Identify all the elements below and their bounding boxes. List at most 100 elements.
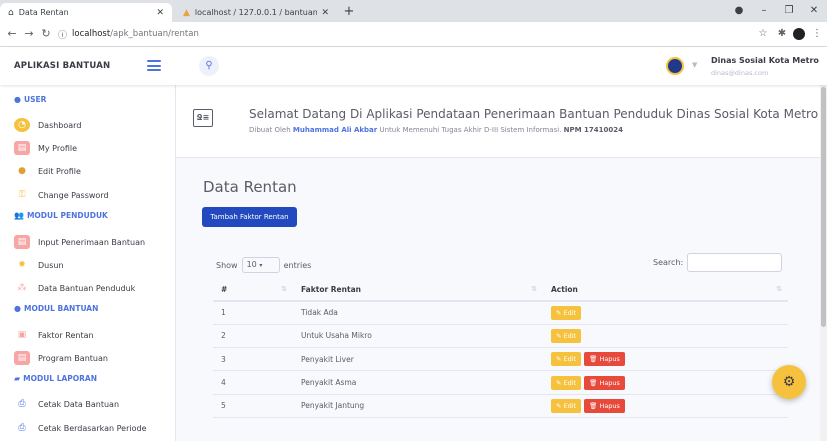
sidebar-item-input-penerimaan[interactable]: ▤ Input Penerimaan Bantuan: [14, 233, 145, 251]
chevron-down-icon[interactable]: ▼: [692, 61, 697, 69]
row-actions: ✎ Edit 🗑 Hapus: [543, 370, 788, 395]
printer-icon: ⎙: [18, 399, 26, 409]
forward-arrow-icon[interactable]: →: [21, 26, 37, 42]
sidebar-item-program-bantuan[interactable]: ▤ Program Bantuan: [14, 349, 108, 367]
sidebar-item-my-profile[interactable]: ▤ My Profile: [14, 139, 77, 157]
profile-avatar[interactable]: [793, 28, 805, 40]
tab-close-icon[interactable]: ✕: [156, 8, 164, 18]
sidebar-heading-modul-penduduk: 👥 MODUL PENDUDUK: [14, 211, 108, 220]
phpmyadmin-icon: ▲: [183, 7, 190, 18]
user-avatar[interactable]: [666, 57, 684, 75]
book-icon: ▰: [14, 374, 21, 383]
info-icon[interactable]: ⓘ: [58, 28, 67, 41]
edit-icon: ✎: [556, 355, 564, 364]
edit-icon: ✎: [556, 308, 564, 317]
sidebar: ● USER ◔ Dashboard ▤ My Profile ● Edit Profi…: [0, 85, 176, 441]
record-icon[interactable]: ●: [726, 3, 752, 19]
chevron-down-icon: ▾: [259, 262, 263, 269]
sort-icon: ⇅: [776, 285, 782, 293]
users-icon: 👥: [14, 211, 24, 220]
row-actions: ✎ Edit: [543, 324, 788, 349]
sidebar-item-change-password[interactable]: ⚿ Change Password: [14, 186, 109, 204]
table-search: Search:: [653, 253, 783, 272]
sidebar-item-dusun[interactable]: ✹ Dusun: [14, 256, 63, 274]
delete-button[interactable]: 🗑 Hapus: [584, 352, 625, 367]
url-field[interactable]: ⓘ localhost/apk_bantuan/rentan: [58, 25, 758, 43]
star-icon[interactable]: ☆: [755, 26, 771, 42]
circle-icon: ●: [14, 304, 21, 313]
edit-button[interactable]: ✎ Edit: [551, 328, 582, 343]
maximize-button[interactable]: ❐: [776, 3, 802, 19]
browser-tabbar: ⌂ Data Rentan ✕ ▲ localhost / 127.0.0.1 …: [0, 0, 827, 22]
app-brand[interactable]: APLIKASI BANTUAN: [14, 47, 110, 85]
user-name[interactable]: Dinas Sosial Kota Metro: [711, 56, 819, 65]
sidebar-item-dashboard[interactable]: ◔ Dashboard: [14, 116, 81, 134]
back-arrow-icon[interactable]: ←: [4, 26, 20, 42]
sidebar-toggle-icon[interactable]: [147, 60, 161, 71]
new-tab-button[interactable]: +: [340, 3, 358, 21]
minimize-button[interactable]: –: [751, 3, 777, 19]
extensions-icon[interactable]: ✱: [774, 26, 790, 42]
sidebar-item-cetak-data-bantuan[interactable]: ⎙ Cetak Data Bantuan: [14, 395, 119, 413]
sidebar-item-data-bantuan-penduduk[interactable]: ⁂ Data Bantuan Penduduk: [14, 279, 136, 297]
table-row: 3 Penyakit Liver ✎ Edit 🗑 Hapus: [213, 347, 788, 372]
row-actions: ✎ Edit 🗑 Hapus: [543, 394, 788, 418]
edit-button[interactable]: ✎ Edit: [551, 352, 582, 367]
edit-button[interactable]: ✎ Edit: [551, 375, 582, 390]
entries-length-control: Show 10 ▾ entries: [216, 257, 311, 273]
edit-icon: ✎: [556, 331, 564, 340]
delete-button[interactable]: 🗑 Hapus: [584, 398, 625, 413]
browser-tab-active[interactable]: ⌂ Data Rentan ✕: [0, 3, 172, 22]
column-header-action[interactable]: Action ⇅: [543, 279, 788, 302]
edit-icon: ✎: [556, 401, 564, 410]
scrollbar-thumb[interactable]: [821, 87, 826, 327]
show-label: Show: [216, 260, 238, 270]
tab-title: localhost / 127.0.0.1 / bantuan /: [194, 8, 318, 17]
author-name: Muhammad Ali Akbar: [292, 126, 378, 134]
row-actions: ✎ Edit: [543, 301, 788, 325]
close-window-button[interactable]: ✕: [801, 3, 827, 19]
column-header-number[interactable]: # ⇅: [213, 279, 293, 302]
welcome-title: Selamat Datang Di Aplikasi Pendataan Pen…: [249, 107, 819, 121]
user-email: dinas@dinas.com: [711, 69, 769, 77]
table-row: 5 Penyakit Jantung ✎ Edit 🗑 Hapus: [213, 394, 788, 418]
npm-label: NPM 17410024: [563, 126, 624, 134]
column-header-faktor-rentan[interactable]: Faktor Rentan ⇅: [293, 279, 543, 302]
browser-tab-phpmyadmin[interactable]: ▲ localhost / 127.0.0.1 / bantuan / ✕: [175, 3, 337, 22]
url-host: localhost: [72, 29, 111, 39]
add-faktor-rentan-button[interactable]: Tambah Faktor Rentan: [202, 207, 297, 227]
sidebar-item-edit-profile[interactable]: ● Edit Profile: [14, 162, 81, 180]
key-icon: ⚿: [18, 190, 26, 200]
box-icon: ▣: [17, 330, 27, 340]
id-card-icon: Ջ≡: [193, 109, 213, 127]
row-actions: ✎ Edit 🗑 Hapus: [543, 347, 788, 372]
sort-icon: ⇅: [531, 285, 537, 293]
welcome-banner: Ջ≡ Selamat Datang Di Aplikasi Pendataan …: [176, 85, 827, 158]
row-number: 4: [213, 370, 293, 395]
sidebar-item-faktor-rentan[interactable]: ▣ Faktor Rentan: [14, 326, 94, 344]
browser-addressbar: ← → ↻ ⓘ localhost/apk_bantuan/rentan ☆ ✱…: [0, 22, 827, 47]
row-faktor-rentan: Penyakit Jantung: [293, 394, 543, 418]
search-icon[interactable]: ⚲: [199, 56, 219, 76]
edit-icon: ✎: [556, 378, 564, 387]
tab-title: Data Rentan: [18, 8, 69, 17]
trash-icon: 🗑: [589, 355, 600, 364]
page-title: Data Rentan: [203, 178, 297, 196]
gear-icon: ✹: [18, 260, 26, 270]
edit-button[interactable]: ✎ Edit: [551, 398, 582, 413]
reload-icon[interactable]: ↻: [38, 26, 54, 42]
entries-label: entries: [283, 260, 312, 270]
id-card-icon: ▤: [14, 141, 30, 155]
main-content: Ջ≡ Selamat Datang Di Aplikasi Pendataan …: [176, 85, 827, 441]
entries-select[interactable]: 10 ▾: [241, 257, 280, 273]
delete-button[interactable]: 🗑 Hapus: [584, 375, 625, 390]
sidebar-item-cetak-periode[interactable]: ⎙ Cetak Berdasarkan Periode: [14, 419, 146, 437]
edit-button[interactable]: ✎ Edit: [551, 305, 582, 320]
id-card-icon: ▤: [14, 351, 30, 365]
tab-close-icon[interactable]: ✕: [321, 8, 329, 18]
settings-gear-button[interactable]: ⚙: [772, 365, 806, 399]
sidebar-heading-modul-bantuan: ● MODUL BANTUAN: [14, 304, 99, 313]
menu-dots-icon[interactable]: ⋮: [809, 26, 825, 42]
search-input[interactable]: [687, 253, 783, 272]
user-edit-icon: ●: [18, 166, 26, 176]
